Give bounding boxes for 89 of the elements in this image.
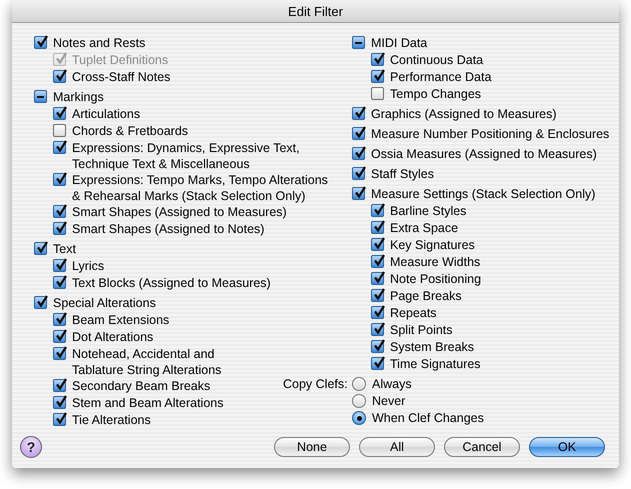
checkbox[interactable]	[371, 289, 384, 302]
radio-label[interactable]: Always	[372, 376, 412, 392]
checkbox[interactable]	[371, 53, 384, 66]
checkbox-label[interactable]: Extra Space	[390, 220, 458, 236]
checkbox-label[interactable]: Barline Styles	[390, 203, 466, 219]
checkbox-label[interactable]: Staff Styles	[371, 166, 434, 182]
checkbox[interactable]	[34, 36, 47, 49]
checkbox[interactable]	[352, 147, 365, 160]
checkbox-label[interactable]: Ossia Measures (Assigned to Measures)	[371, 146, 597, 162]
checkbox-label[interactable]: Continuous Data	[390, 52, 484, 68]
checkbox-label[interactable]: Performance Data	[390, 69, 492, 85]
push-button[interactable]: None	[274, 437, 350, 457]
checkbox[interactable]	[371, 306, 384, 319]
checkbox-label[interactable]: Expressions: Dynamics, Expressive Text, Technique Text & Miscellaneous	[72, 140, 300, 172]
checkbox[interactable]	[371, 238, 384, 251]
checkbox-label[interactable]: Smart Shapes (Assigned to Notes)	[72, 221, 264, 237]
checkbox-label[interactable]: Page Breaks	[390, 288, 462, 304]
checkbox[interactable]	[53, 205, 66, 218]
radio-label[interactable]: When Clef Changes	[372, 410, 484, 426]
checkbox[interactable]	[53, 313, 66, 326]
radio-button[interactable]	[352, 377, 366, 391]
checkbox[interactable]	[53, 259, 66, 272]
checkbox[interactable]	[371, 323, 384, 336]
checkbox[interactable]	[371, 70, 384, 83]
checkbox[interactable]	[352, 36, 365, 49]
checkbox[interactable]	[371, 221, 384, 234]
help-button[interactable]: ?	[20, 436, 42, 458]
checkbox-label[interactable]: Lyrics	[72, 258, 104, 274]
radio-button[interactable]	[352, 394, 366, 408]
checkbox[interactable]	[352, 107, 365, 120]
checkbox[interactable]	[53, 173, 66, 186]
checkbox-label[interactable]: Note Positioning	[390, 271, 482, 287]
checkbox[interactable]	[371, 272, 384, 285]
checkbox-label[interactable]: Measure Widths	[390, 254, 480, 270]
checkbox[interactable]	[34, 90, 47, 103]
checkbox-label[interactable]: Graphics (Assigned to Measures)	[371, 106, 556, 122]
checkbox[interactable]	[34, 296, 47, 309]
checkbox-label[interactable]: Chords & Fretboards	[72, 123, 188, 139]
checkbox-label[interactable]: Notes and Rests	[53, 35, 146, 51]
ok-button[interactable]: OK	[529, 437, 605, 457]
checkbox-label[interactable]: Measure Settings (Stack Selection Only)	[371, 186, 596, 202]
checkbox[interactable]	[53, 222, 66, 235]
push-button[interactable]: Cancel	[444, 437, 520, 457]
checkbox-label[interactable]: Tempo Changes	[390, 86, 482, 102]
checkbox-label[interactable]: System Breaks	[390, 339, 474, 355]
checkbox-label[interactable]: Tie Alterations	[72, 412, 151, 428]
checkbox-label[interactable]: Cross-Staff Notes	[72, 69, 170, 85]
checkbox-label[interactable]: Special Alterations	[53, 295, 156, 311]
checkbox-label[interactable]: Markings	[53, 89, 104, 105]
checkbox-label[interactable]: Beam Extensions	[72, 312, 170, 328]
checkbox[interactable]	[352, 187, 365, 200]
checkbox-label[interactable]: Dot Alterations	[72, 329, 154, 345]
checkbox[interactable]	[371, 357, 384, 370]
checkbox-label[interactable]: Articulations	[72, 106, 140, 122]
window-title: Edit Filter	[288, 4, 343, 18]
checkbox[interactable]	[53, 276, 66, 289]
checkbox[interactable]	[53, 330, 66, 343]
checkbox-label[interactable]: Text	[53, 241, 76, 257]
checkbox[interactable]	[352, 127, 365, 140]
checkbox-label[interactable]: Repeats	[390, 305, 437, 321]
checkbox[interactable]	[53, 124, 66, 137]
push-button[interactable]: All	[359, 437, 435, 457]
checkbox-label[interactable]: Notehead, Accidental and Tablature String Alterations	[72, 346, 222, 378]
checkbox-label[interactable]: Key Signatures	[390, 237, 475, 253]
checkbox-label[interactable]: Smart Shapes (Assigned to Measures)	[72, 204, 287, 220]
checkbox[interactable]	[371, 340, 384, 353]
checkbox[interactable]	[371, 255, 384, 268]
checkbox[interactable]	[34, 242, 47, 255]
checkbox[interactable]	[53, 141, 66, 154]
checkbox-label[interactable]: Split Points	[390, 322, 453, 338]
checkbox-label[interactable]: MIDI Data	[371, 35, 428, 51]
checkbox-label[interactable]: Secondary Beam Breaks	[72, 378, 210, 394]
checkbox[interactable]	[352, 167, 365, 180]
radio-button[interactable]	[352, 411, 366, 425]
copy-clefs-label: Copy Clefs:	[283, 376, 346, 393]
checkbox[interactable]	[371, 87, 384, 100]
checkbox[interactable]	[53, 70, 66, 83]
checkbox-label[interactable]: Expressions: Tempo Marks, Tempo Alterations & Rehearsal Marks (Stack Selection Only)	[72, 172, 328, 204]
checkbox[interactable]	[53, 396, 66, 409]
checkbox[interactable]	[53, 347, 66, 360]
checkbox-label[interactable]: Stem and Beam Alterations	[72, 395, 224, 411]
checkbox-label[interactable]: Text Blocks (Assigned to Measures)	[72, 275, 271, 291]
checkbox-label[interactable]: Measure Number Positioning & Enclosures	[371, 126, 610, 142]
checkbox-label[interactable]: Time Signatures	[390, 356, 481, 372]
checkbox[interactable]	[53, 413, 66, 426]
checkbox[interactable]	[371, 204, 384, 217]
checkbox[interactable]	[53, 379, 66, 392]
checkbox[interactable]	[53, 107, 66, 120]
radio-label[interactable]: Never	[372, 393, 406, 409]
